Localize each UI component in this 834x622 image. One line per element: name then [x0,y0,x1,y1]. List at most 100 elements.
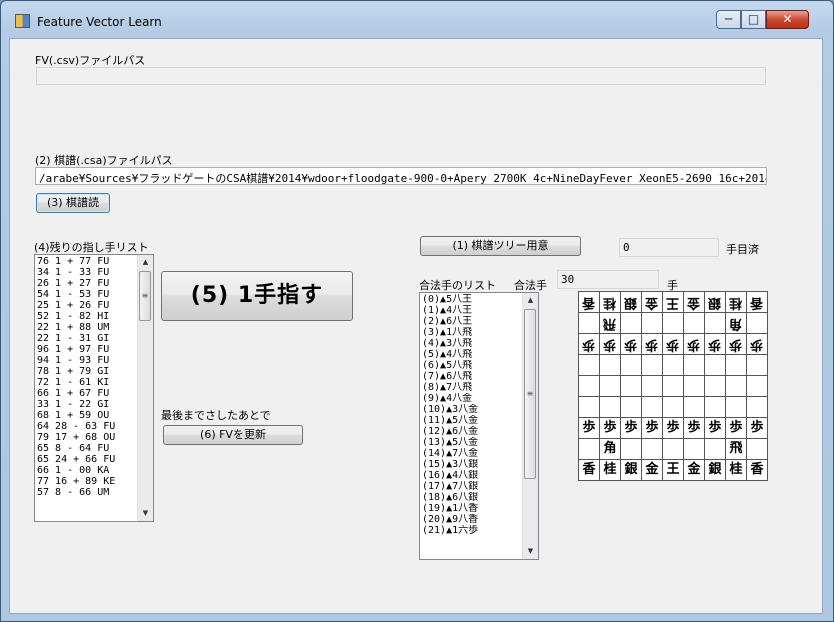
legal-count-field[interactable]: 30 [557,270,659,289]
board-square[interactable] [578,396,600,418]
board-square[interactable] [641,375,663,397]
board-square[interactable]: 歩 [662,333,684,355]
list-item[interactable]: (2)▲6八王 [422,316,522,327]
board-square[interactable]: 金 [683,459,705,481]
scroll-thumb[interactable]: ≡ [524,309,536,479]
board-square[interactable]: 金 [641,291,663,313]
fv-path-field[interactable] [36,67,766,85]
title-bar[interactable]: Feature Vector Learn ─ □ ✕ [1,1,833,35]
board-square[interactable] [578,375,600,397]
board-square[interactable] [725,396,747,418]
play-one-move-button[interactable]: (5) 1手指す [161,271,353,321]
board-square[interactable]: 桂 [599,459,621,481]
scroll-up-icon[interactable]: ▲ [523,293,538,308]
board-square[interactable]: 銀 [620,291,642,313]
moves-done-field[interactable]: 0 [619,238,719,257]
board-square[interactable] [704,312,726,334]
board-square[interactable] [725,375,747,397]
list-item[interactable]: (17)▲7八銀 [422,481,522,492]
board-square[interactable] [683,396,705,418]
board-square[interactable] [599,396,621,418]
board-square[interactable]: 金 [683,291,705,313]
board-square[interactable] [599,375,621,397]
scroll-down-icon[interactable]: ▼ [523,544,538,559]
list-item[interactable]: (18)▲6八銀 [422,492,522,503]
board-square[interactable] [578,354,600,376]
list-item[interactable]: (21)▲1六歩 [422,525,522,536]
board-square[interactable]: 香 [746,459,768,481]
list-item[interactable]: (12)▲6八金 [422,426,522,437]
list-item[interactable]: 68 1 + 59 OU [37,410,137,421]
list-item[interactable]: 34 1 - 33 FU [37,267,137,278]
list-item[interactable]: 64 28 - 63 FU [37,421,137,432]
list-item[interactable]: (10)▲3八金 [422,404,522,415]
remaining-moves-scrollbar[interactable]: ▲ ≡ ▼ [137,255,153,521]
board-square[interactable]: 王 [662,459,684,481]
board-square[interactable]: 歩 [641,333,663,355]
remaining-moves-list[interactable]: 76 1 + 77 FU 34 1 - 33 FU 26 1 + 27 FU 54 1… [34,254,154,522]
board-square[interactable] [725,354,747,376]
list-item[interactable]: (9)▲4八金 [422,393,522,404]
board-square[interactable]: 飛 [725,438,747,460]
list-item[interactable]: (6)▲5八飛 [422,360,522,371]
list-item[interactable]: 52 1 - 82 HI [37,311,137,322]
board-square[interactable]: 歩 [578,417,600,439]
board-square[interactable] [704,396,726,418]
board-square[interactable]: 香 [578,459,600,481]
board-square[interactable]: 銀 [704,459,726,481]
board-square[interactable] [620,375,642,397]
board-square[interactable]: 歩 [725,333,747,355]
board-square[interactable] [683,375,705,397]
board-square[interactable]: 桂 [725,291,747,313]
board-square[interactable] [599,354,621,376]
board-square[interactable]: 銀 [704,291,726,313]
list-item[interactable]: (0)▲5八王 [422,294,522,305]
board-square[interactable] [641,438,663,460]
list-item[interactable]: 65 24 + 66 FU [37,454,137,465]
list-item[interactable]: 66 1 - 00 KA [37,465,137,476]
list-item[interactable]: 22 1 + 88 UM [37,322,137,333]
board-square[interactable] [704,354,726,376]
board-square[interactable]: 飛 [599,312,621,334]
board-square[interactable] [683,312,705,334]
read-kifu-button[interactable]: (3) 棋譜読 [36,193,110,213]
board-square[interactable] [704,375,726,397]
kifu-path-field[interactable]: /arabe¥Sources¥フラッドゲートのCSA棋譜¥2014¥wdoor+… [35,167,767,185]
board-square[interactable] [620,312,642,334]
list-item[interactable]: 65 8 - 64 FU [37,443,137,454]
list-item[interactable]: 54 1 - 53 FU [37,289,137,300]
board-square[interactable] [683,354,705,376]
board-square[interactable] [746,375,768,397]
board-square[interactable] [641,312,663,334]
update-fv-button[interactable]: (6) FVを更新 [163,425,303,445]
close-button[interactable]: ✕ [766,10,809,29]
board-square[interactable]: 歩 [704,333,726,355]
list-item[interactable]: (4)▲3八飛 [422,338,522,349]
list-item[interactable]: 78 1 + 79 GI [37,366,137,377]
board-square[interactable]: 歩 [725,417,747,439]
list-item[interactable]: 76 1 + 77 FU [37,256,137,267]
board-square[interactable] [578,438,600,460]
list-item[interactable]: 96 1 + 97 FU [37,344,137,355]
scroll-down-icon[interactable]: ▼ [138,506,153,521]
list-item[interactable]: (15)▲3八銀 [422,459,522,470]
board-square[interactable] [641,354,663,376]
board-square[interactable] [662,375,684,397]
board-square[interactable]: 桂 [725,459,747,481]
list-item[interactable]: (7)▲6八飛 [422,371,522,382]
board-square[interactable] [746,312,768,334]
board-square[interactable]: 角 [599,438,621,460]
list-item[interactable]: (16)▲4八銀 [422,470,522,481]
list-item[interactable]: (14)▲7八金 [422,448,522,459]
board-square[interactable] [578,312,600,334]
list-item[interactable]: (1)▲4八王 [422,305,522,316]
board-square[interactable] [620,354,642,376]
board-square[interactable]: 歩 [599,417,621,439]
board-square[interactable]: 歩 [683,417,705,439]
list-item[interactable]: (3)▲1八飛 [422,327,522,338]
minimize-button[interactable]: ─ [716,10,741,29]
board-square[interactable]: 歩 [620,417,642,439]
board-square[interactable] [746,438,768,460]
list-item[interactable]: (19)▲1八香 [422,503,522,514]
board-square[interactable] [662,396,684,418]
